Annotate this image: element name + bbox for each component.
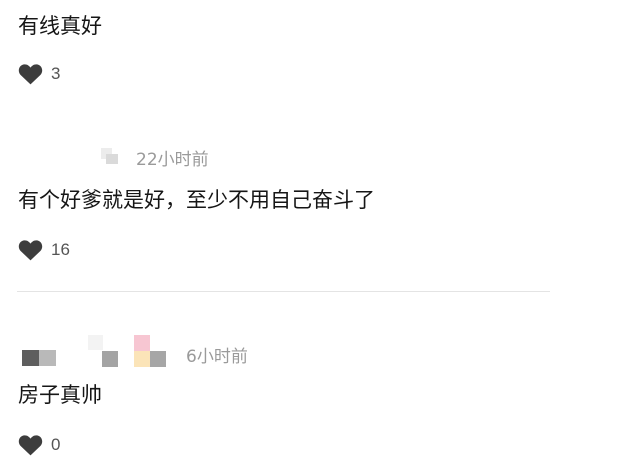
like-button[interactable]: 0 bbox=[18, 432, 60, 458]
like-count: 3 bbox=[51, 64, 61, 83]
comment-meta: 6小时前 bbox=[0, 333, 621, 367]
comment-text: 房子真帅 bbox=[18, 383, 102, 407]
like-count: 0 bbox=[51, 435, 61, 454]
like-count: 16 bbox=[51, 240, 70, 259]
like-button[interactable]: 3 bbox=[18, 61, 60, 87]
comment-item: 有线真好 3 bbox=[0, 0, 621, 100]
divider bbox=[17, 291, 550, 292]
heart-icon bbox=[18, 64, 43, 85]
timestamp: 6小时前 bbox=[186, 347, 248, 367]
heart-icon bbox=[18, 435, 43, 456]
comment-text: 有线真好 bbox=[18, 14, 102, 38]
user-name[interactable] bbox=[88, 335, 166, 367]
avatar[interactable] bbox=[101, 148, 118, 164]
comment-item: 6小时前 房子真帅 0 bbox=[0, 325, 621, 460]
avatar[interactable] bbox=[22, 350, 56, 366]
heart-icon bbox=[18, 240, 43, 261]
comment-text: 有个好爹就是好，至少不用自己奋斗了 bbox=[18, 188, 375, 212]
comment-meta: 22小时前 bbox=[0, 142, 621, 172]
like-button[interactable]: 16 bbox=[18, 237, 70, 263]
timestamp: 22小时前 bbox=[136, 150, 209, 170]
comment-item: 22小时前 有个好爹就是好，至少不用自己奋斗了 16 bbox=[0, 130, 621, 280]
